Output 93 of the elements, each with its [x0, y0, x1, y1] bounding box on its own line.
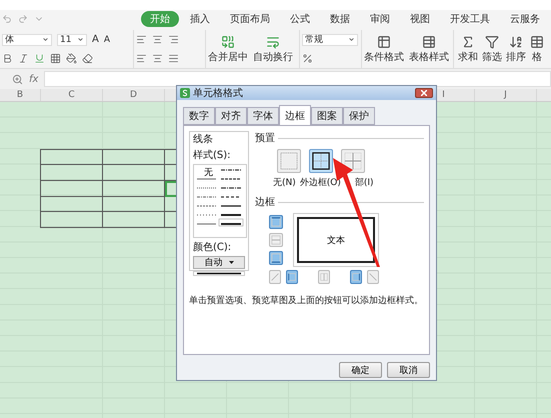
- underline-icon[interactable]: [34, 53, 45, 64]
- sort-icon[interactable]: [509, 34, 523, 48]
- ribbon-tab[interactable]: 视图: [401, 11, 439, 27]
- ribbon-tab[interactable]: 数据: [321, 11, 359, 27]
- wrap-text-icon[interactable]: [266, 34, 280, 48]
- dialog-tab[interactable]: 图案: [311, 107, 343, 125]
- column-header[interactable]: J: [475, 89, 537, 101]
- ribbon-tab[interactable]: 插入: [181, 11, 219, 27]
- table-icon[interactable]: [422, 34, 436, 48]
- preset-button[interactable]: [309, 149, 333, 173]
- sort-button[interactable]: 排序: [506, 50, 526, 64]
- table-cell[interactable]: [103, 150, 165, 166]
- merge-cells-icon[interactable]: [221, 34, 235, 48]
- preset-label: 外边框(O): [300, 176, 341, 189]
- none-style-label[interactable]: 无: [204, 166, 213, 179]
- merge-center-button[interactable]: 合并居中: [208, 50, 248, 64]
- border-button[interactable]: [350, 270, 362, 284]
- table-cell[interactable]: [41, 180, 103, 197]
- section-title: 边框: [255, 196, 275, 209]
- align-middle-icon[interactable]: [152, 34, 163, 45]
- dialog-tab[interactable]: 保护: [343, 107, 375, 125]
- ribbon-tab[interactable]: 审阅: [361, 11, 399, 27]
- formula-input[interactable]: [44, 71, 551, 87]
- percent-icon[interactable]: [302, 53, 313, 64]
- border-button[interactable]: [269, 251, 283, 265]
- sum-button[interactable]: 求和: [458, 50, 478, 64]
- column-header[interactable]: D: [103, 89, 165, 101]
- justify-icon[interactable]: [168, 53, 179, 64]
- dialog-tab[interactable]: 对齐: [215, 107, 247, 125]
- table-icon[interactable]: [377, 34, 391, 48]
- dialog-tab[interactable]: 边框: [279, 105, 311, 125]
- ribbon-tab[interactable]: 云服务: [501, 11, 549, 27]
- table-cell[interactable]: [103, 180, 165, 197]
- font-size-field[interactable]: 11: [57, 34, 87, 46]
- number-format-field[interactable]: 常规: [302, 34, 358, 46]
- fx-label[interactable]: fx: [29, 74, 38, 84]
- table-cell[interactable]: [41, 165, 103, 181]
- table-cell[interactable]: [41, 150, 103, 166]
- grow-font-button[interactable]: A: [92, 34, 99, 46]
- line-sample-drawing: [197, 272, 241, 275]
- conditional-format-button[interactable]: 条件格式: [364, 50, 404, 64]
- wrap-text-button[interactable]: 自动换行: [253, 50, 293, 64]
- color-dropdown[interactable]: 自动: [193, 256, 245, 269]
- table-cell[interactable]: [41, 212, 103, 228]
- sigma-icon[interactable]: [461, 34, 475, 48]
- dialog-tab[interactable]: 数字: [183, 107, 215, 125]
- close-button[interactable]: [415, 88, 433, 98]
- align-bottom-icon[interactable]: [168, 34, 179, 45]
- group-title: 线条: [193, 132, 214, 146]
- align-center-icon[interactable]: [152, 53, 163, 64]
- line-style-list[interactable]: 无: [193, 164, 247, 238]
- cancel-button[interactable]: 取消: [387, 362, 430, 378]
- ribbon-tab[interactable]: 页面布局: [221, 11, 279, 27]
- bold-icon[interactable]: [2, 53, 13, 64]
- borders-icon[interactable]: [50, 53, 61, 64]
- filter-button[interactable]: 筛选: [482, 50, 502, 64]
- zoom-icon[interactable]: [12, 74, 23, 84]
- caret-icon[interactable]: [228, 261, 234, 264]
- color-label: 颜色(C):: [193, 240, 232, 254]
- column-header[interactable]: C: [41, 89, 103, 101]
- fill-color-icon[interactable]: [66, 53, 77, 64]
- table-icon[interactable]: [530, 34, 544, 48]
- align-top-icon[interactable]: [136, 34, 147, 45]
- border-button[interactable]: [269, 215, 283, 229]
- font-name-field[interactable]: 体: [2, 34, 52, 46]
- caret-icon[interactable]: [348, 36, 355, 44]
- caret-icon[interactable]: [77, 36, 84, 44]
- eraser-icon[interactable]: [82, 53, 93, 64]
- border-button[interactable]: [286, 270, 298, 284]
- shrink-font-button[interactable]: A: [104, 34, 110, 45]
- column-header[interactable]: B: [0, 89, 41, 101]
- preset-label: 部(I): [354, 176, 374, 189]
- spreadsheet-app-icon: [180, 88, 190, 98]
- table-cell[interactable]: [103, 212, 165, 228]
- italic-icon[interactable]: [18, 53, 29, 64]
- section-title: 预置: [255, 132, 275, 145]
- caret-icon[interactable]: [42, 36, 49, 44]
- dialog-title: 单元格格式: [193, 86, 244, 100]
- filter-icon[interactable]: [485, 34, 499, 48]
- table-cell[interactable]: [103, 196, 165, 212]
- table-cell[interactable]: [41, 196, 103, 212]
- ribbon-tab[interactable]: 开发工具: [441, 11, 499, 27]
- dialog-tab[interactable]: 字体: [247, 107, 279, 125]
- table-style-button[interactable]: 表格样式: [409, 50, 449, 64]
- ribbon-tab[interactable]: 公式: [281, 11, 319, 27]
- align-left-icon[interactable]: [136, 53, 147, 64]
- preset-label: 无(N): [273, 177, 296, 189]
- style-label: 样式(S):: [193, 148, 232, 162]
- table-cell[interactable]: [103, 165, 165, 181]
- ok-button[interactable]: 确定: [339, 362, 382, 378]
- close-icon[interactable]: [421, 90, 427, 96]
- hint-text: 单击预置选项、预览草图及上面的按钮可以添加边框样式。: [189, 294, 424, 307]
- format-button[interactable]: 格: [532, 50, 542, 64]
